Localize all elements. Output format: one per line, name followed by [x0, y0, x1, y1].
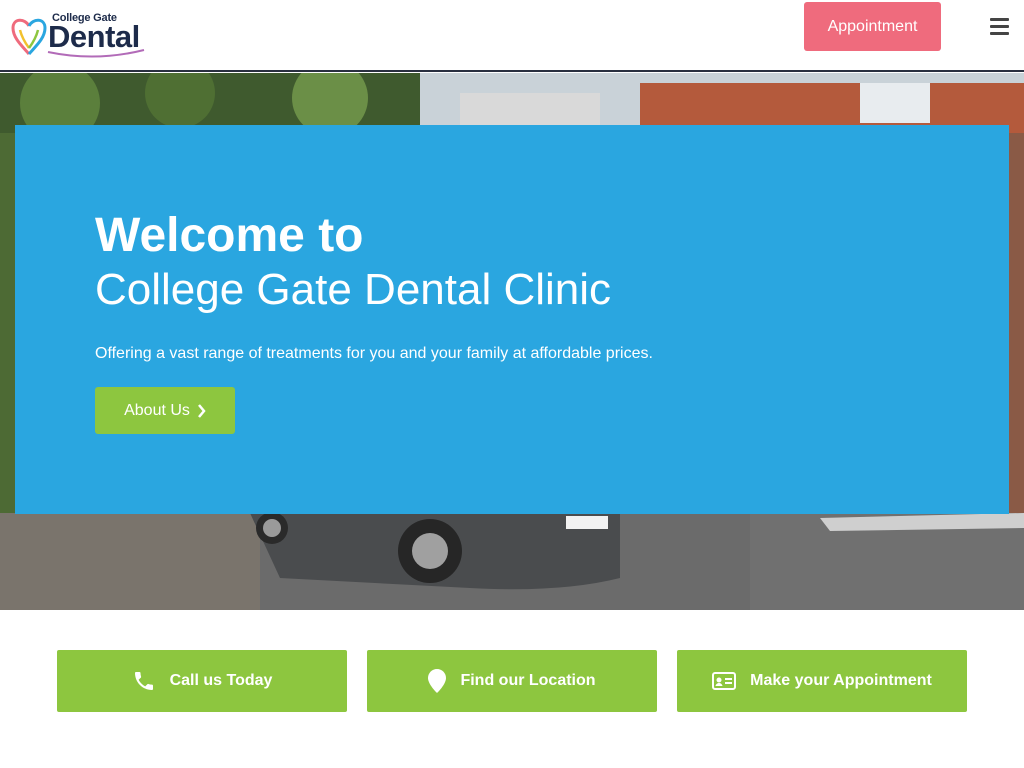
call-us-button[interactable]: Call us Today — [57, 650, 347, 712]
hero-title: Welcome to — [95, 209, 364, 262]
phone-icon — [132, 669, 156, 693]
make-appointment-button[interactable]: Make your Appointment — [677, 650, 967, 712]
find-location-label: Find our Location — [460, 672, 596, 689]
logo[interactable]: College Gate Dental — [10, 12, 150, 60]
about-us-label: About Us — [124, 401, 190, 419]
find-location-button[interactable]: Find our Location — [367, 650, 657, 712]
chevron-right-icon — [197, 403, 206, 418]
logo-swoosh — [47, 49, 145, 58]
welcome-panel: Welcome to College Gate Dental Clinic Of… — [15, 125, 1009, 514]
hero-description: Offering a vast range of treatments for … — [95, 345, 653, 362]
tooth-heart-logo-icon — [11, 18, 47, 55]
call-us-label: Call us Today — [169, 672, 273, 689]
id-card-icon — [712, 672, 737, 690]
hero-section: Welcome to College Gate Dental Clinic Of… — [0, 73, 1024, 610]
hamburger-menu-icon[interactable] — [990, 18, 1009, 36]
about-us-button[interactable]: About Us — [95, 387, 235, 434]
hero-subtitle: College Gate Dental Clinic — [95, 265, 612, 314]
make-appointment-label: Make your Appointment — [750, 672, 932, 689]
appointment-button[interactable]: Appointment — [804, 2, 941, 51]
site-header: College Gate Dental Appointment — [0, 0, 1024, 72]
map-pin-icon — [428, 669, 447, 693]
